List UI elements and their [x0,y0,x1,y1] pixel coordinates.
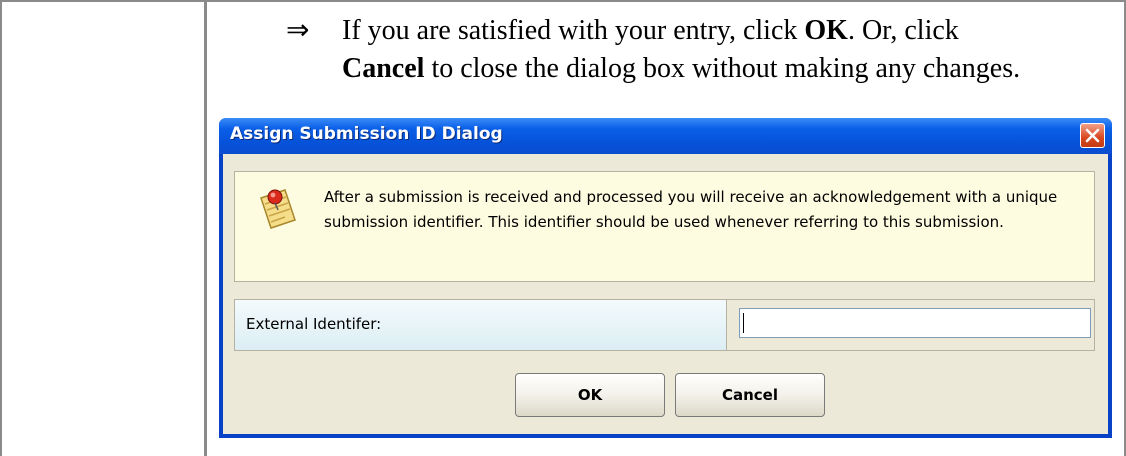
ok-button[interactable]: OK [515,373,665,417]
external-identifier-label: External Identifer: [246,315,382,333]
table-left-border [0,0,2,456]
field-label-cell: External Identifer: [235,300,727,350]
table-column-divider [204,0,207,456]
external-identifier-row: External Identifer: [234,299,1095,351]
close-button[interactable] [1080,123,1105,148]
dialog-title: Assign Submission ID Dialog [230,124,503,144]
text-caret [743,313,744,333]
external-identifier-input[interactable] [739,308,1091,338]
close-x-icon [1085,128,1100,143]
instruction-line-2-suffix: to close the dialog box without making a… [424,53,1021,84]
arrow-bullet: ⇒ [286,15,310,46]
instruction-line-1: If you are satisfied with your entry, cl… [342,12,959,50]
assign-submission-id-dialog: Assign Submission ID Dialog After a subm… [219,118,1112,438]
info-message: After a submission is received and proce… [324,188,1058,231]
info-panel: After a submission is received and proce… [234,171,1095,282]
table-top-border [0,0,1126,2]
dialog-titlebar[interactable]: Assign Submission ID Dialog [219,118,1112,154]
instruction-cancel-emphasis: Cancel [342,53,425,84]
instruction-line-2: Cancel to close the dialog box without m… [342,50,1020,88]
note-pin-icon [260,189,296,229]
cancel-button[interactable]: Cancel [675,373,825,417]
instruction-ok-emphasis: OK [804,15,848,46]
instruction-line-1-prefix: If you are satisfied with your entry, cl… [342,15,805,46]
dialog-client-area: After a submission is received and proce… [223,154,1108,434]
instruction-line-1-suffix: . Or, click [847,15,959,46]
